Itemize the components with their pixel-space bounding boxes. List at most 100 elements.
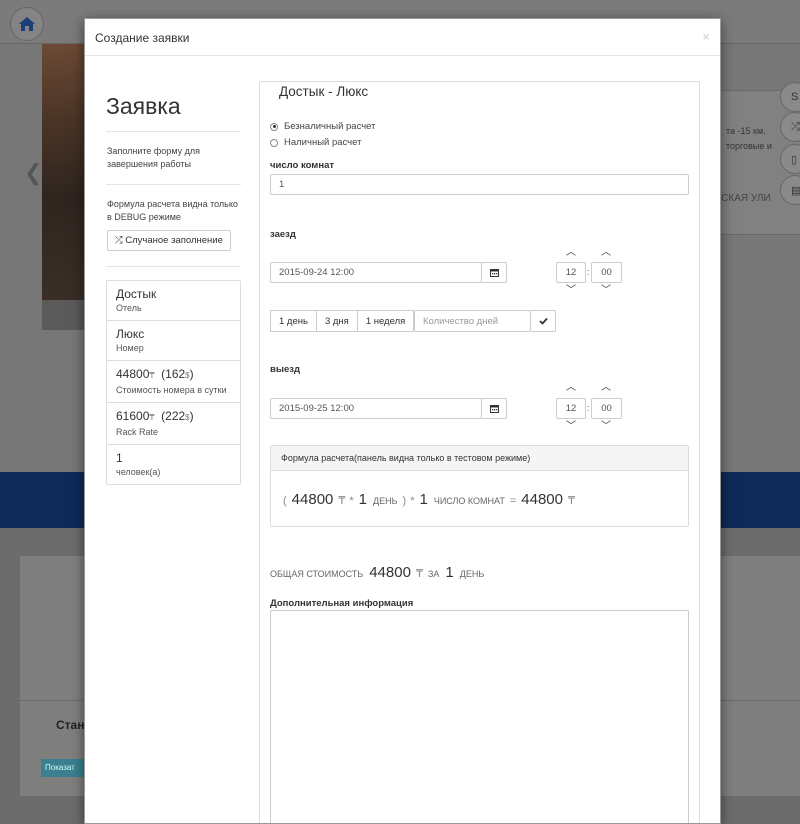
- minute-up-icon[interactable]: ︿: [600, 248, 612, 258]
- shuffle-icon: ⤮: [115, 235, 123, 246]
- formula-expression: ( 44800 ₸ * 1 день ) * 1 число комнат = …: [271, 471, 688, 528]
- divider: [106, 266, 241, 267]
- checkout-date-input[interactable]: 2015-09-25 12:00: [270, 398, 482, 419]
- formula-paren: (: [283, 495, 287, 507]
- price-value: 44800: [116, 367, 150, 381]
- formula-days: 1: [358, 491, 368, 508]
- apply-days-button[interactable]: [531, 310, 556, 332]
- checkin-hour-input[interactable]: 12: [556, 262, 586, 283]
- checkout-calendar-button[interactable]: [482, 398, 507, 419]
- formula-currency: ₸: [568, 495, 575, 507]
- formula-rooms-unit: число комнат: [433, 496, 505, 506]
- list-item: 1 человек(а): [107, 445, 240, 484]
- payment-cashless-label: Безналичный расчет: [284, 121, 376, 132]
- home-icon: [19, 17, 35, 31]
- total-days: 1: [445, 564, 454, 581]
- rooms-label: число комнат: [270, 160, 334, 171]
- radio-selected[interactable]: [270, 122, 278, 131]
- calendar-icon: [489, 269, 499, 277]
- room-price: 44800₸ (162$): [116, 367, 194, 381]
- checkin-minute-input[interactable]: 00: [591, 262, 622, 283]
- checkout-label: выезд: [270, 364, 300, 375]
- formula-operator: *: [349, 495, 354, 507]
- list-item: 44800₸ (162$) Стоимость номера в сутки: [107, 361, 240, 403]
- create-request-modal: Создание заявки × Заявка Заполните форму…: [84, 18, 721, 824]
- close-icon[interactable]: ×: [702, 29, 710, 44]
- debug-note: Формула расчета видна только в DEBUG реж…: [107, 199, 238, 222]
- booking-summary: Достык Отель Люкс Номер 44800₸ (162$) Ст…: [106, 280, 241, 485]
- formula-panel: Формула расчета(панель видна только в те…: [270, 445, 689, 527]
- formula-paren: ): [402, 495, 407, 507]
- modal-title: Создание заявки: [95, 31, 190, 45]
- calendar-icon: [489, 405, 499, 413]
- photo-thumbnails: [42, 300, 84, 330]
- formula-currency: ₸: [338, 495, 346, 507]
- total-amount: 44800: [369, 564, 411, 581]
- guest-label: человек(а): [116, 467, 161, 477]
- hour-down-icon[interactable]: ﹀: [565, 422, 577, 432]
- check-icon: [538, 317, 548, 325]
- instructions-note: Заполните форму для завершения работы: [107, 146, 200, 169]
- side-button-label: S: [791, 91, 799, 103]
- formula-heading: Формула расчета(панель видна только в те…: [271, 446, 688, 471]
- formula-equals: =: [509, 495, 517, 507]
- bg-side-text: та -15 км. торговые и: [726, 126, 772, 151]
- minute-up-icon[interactable]: ︿: [600, 383, 612, 393]
- tenge-sign: ₸: [149, 413, 155, 422]
- list-item: Люкс Номер: [107, 321, 240, 361]
- three-days-button[interactable]: 3 дня: [315, 310, 358, 332]
- radio-unselected[interactable]: [270, 138, 278, 147]
- list-item: Достык Отель: [107, 281, 240, 321]
- hotel-name: Достык: [116, 287, 157, 301]
- room-price-label: Стоимость номера в сутки: [116, 385, 227, 395]
- formula-rooms: 1: [419, 491, 428, 508]
- total-currency: ₸: [415, 568, 423, 580]
- formula-operator: *: [410, 495, 415, 507]
- time-separator: :: [587, 267, 590, 277]
- rack-rate-label: Rack Rate: [116, 427, 159, 437]
- hour-up-icon[interactable]: ︿: [565, 248, 577, 258]
- hour-up-icon[interactable]: ︿: [565, 383, 577, 393]
- rooms-input[interactable]: 1: [270, 174, 689, 195]
- home-button[interactable]: [10, 7, 44, 41]
- checkout-minute-input[interactable]: 00: [591, 398, 622, 419]
- minute-down-icon[interactable]: ﹀: [600, 286, 612, 296]
- modal-header: Создание заявки ×: [85, 19, 720, 56]
- random-fill-button[interactable]: ⤮ Случаное заполнение: [107, 230, 231, 251]
- one-week-button[interactable]: 1 неделя: [356, 310, 415, 332]
- payment-cashless-radio[interactable]: Безналичный расчет: [270, 121, 376, 132]
- time-separator: :: [587, 403, 590, 413]
- list-item: 61600₸ (222$) Rack Rate: [107, 403, 240, 445]
- left-column: Заявка Заполните форму для завершения ра…: [106, 77, 241, 485]
- formula-price: 44800: [291, 491, 334, 508]
- hour-down-icon[interactable]: ﹀: [565, 286, 577, 296]
- tenge-sign: ₸: [149, 371, 155, 380]
- total-unit: день: [459, 569, 485, 579]
- hotel-label: Отель: [116, 303, 142, 313]
- bg-show-button[interactable]: Показат: [41, 759, 86, 777]
- total-label: общая стоимость: [270, 569, 364, 579]
- total-for: за: [427, 569, 440, 579]
- formula-days-unit: день: [373, 496, 398, 506]
- checkout-hour-input[interactable]: 12: [556, 398, 586, 419]
- extra-info-textarea[interactable]: [270, 610, 689, 823]
- rack-rate-usd: 222: [165, 409, 186, 423]
- room-name: Люкс: [116, 327, 145, 341]
- formula-result: 44800: [521, 491, 563, 508]
- extra-info-label: Дополнительная информация: [270, 598, 414, 609]
- guest-count: 1: [116, 451, 123, 465]
- payment-cash-radio[interactable]: Наличный расчет: [270, 137, 361, 148]
- booking-form: Достык - Люкс Безналичный расчет Наличны…: [259, 81, 700, 823]
- rack-rate: 61600₸ (222$): [116, 409, 194, 423]
- minute-down-icon[interactable]: ﹀: [600, 422, 612, 432]
- page-title: Заявка: [106, 93, 181, 119]
- room-label: Номер: [116, 343, 144, 353]
- checkin-calendar-button[interactable]: [482, 262, 507, 283]
- prev-arrow-icon[interactable]: ❮: [24, 160, 42, 186]
- one-day-button[interactable]: 1 день: [270, 310, 317, 332]
- dollar-sign: $: [185, 413, 190, 422]
- checkin-date-input[interactable]: 2015-09-24 12:00: [270, 262, 482, 283]
- hotel-photo: [42, 44, 84, 300]
- days-count-input[interactable]: Количество дней: [414, 310, 531, 332]
- quick-duration-buttons: 1 день 3 дня 1 неделя: [270, 310, 415, 332]
